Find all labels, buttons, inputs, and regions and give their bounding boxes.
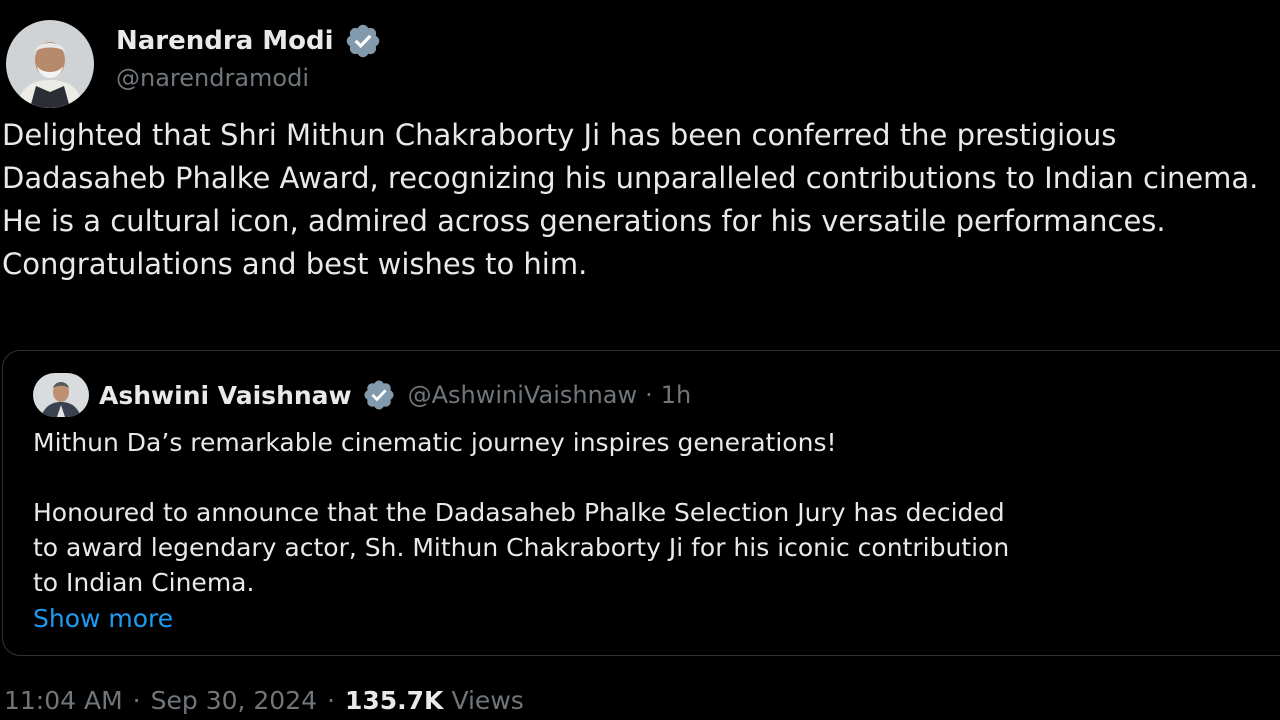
quoted-tweet-text-line: Mithun Da’s remarkable cinematic journey… [33, 428, 837, 457]
quoted-author-handle[interactable]: @AshwiniVaishnaw [408, 381, 638, 409]
show-more-link[interactable]: Show more [33, 601, 173, 636]
quoted-author-name[interactable]: Ashwini Vaishnaw [99, 381, 352, 410]
separator-dot: · [132, 686, 141, 715]
tweet-timestamp-date[interactable]: Sep 30, 2024 [151, 686, 317, 715]
tweet-timestamp-time[interactable]: 11:04 AM [4, 686, 123, 715]
views-count[interactable]: 135.7K [345, 686, 443, 715]
quoted-author-avatar[interactable] [33, 373, 89, 417]
tweet-text: Delighted that Shri Mithun Chakraborty J… [2, 118, 1259, 281]
separator-dot: · [327, 686, 335, 715]
quoted-tweet-time[interactable]: 1h [661, 381, 691, 409]
verified-badge-icon [364, 380, 394, 410]
author-name[interactable]: Narendra Modi [116, 26, 334, 56]
quoted-tweet-header: Ashwini Vaishnaw @AshwiniVaishnaw · 1h [33, 373, 691, 417]
verified-badge-icon [346, 24, 379, 58]
quoted-tweet-text-line: Honoured to announce that the Dadasaheb … [33, 498, 1005, 527]
tweet-author: Narendra Modi @narendramodi [6, 20, 382, 108]
quoted-tweet-text-line: to award legendary actor, Sh. Mithun Cha… [33, 533, 1010, 562]
author-avatar[interactable] [6, 20, 94, 108]
tweet-detail-page: Narendra Modi @narendramodi Delighted th… [0, 0, 1280, 720]
views-label: Views [451, 686, 524, 715]
author-handle[interactable]: @narendramodi [116, 64, 382, 92]
separator-dot: · [645, 381, 653, 409]
tweet-meta: 11:04 AM · Sep 30, 2024 · 135.7K Views [4, 686, 524, 715]
quoted-tweet-text-line: to Indian Cinema. [33, 568, 255, 597]
quoted-tweet[interactable]: Ashwini Vaishnaw @AshwiniVaishnaw · 1h M… [2, 350, 1280, 656]
